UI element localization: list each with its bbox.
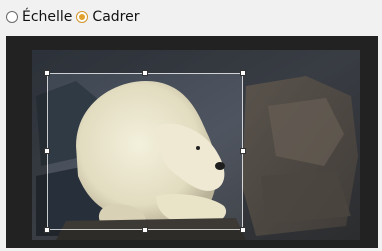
crop-handle-top-left[interactable] — [44, 70, 50, 76]
crop-handle-bottom-center[interactable] — [142, 227, 148, 233]
crop-handle-bottom-right[interactable] — [240, 227, 246, 233]
crop-radio[interactable] — [76, 11, 89, 23]
crop-label: Cadrer — [92, 9, 140, 25]
scale-radio[interactable] — [6, 11, 18, 23]
crop-handle-top-center[interactable] — [142, 70, 148, 76]
scale-option[interactable]: Échelle — [6, 9, 72, 25]
image-crop-stage — [6, 36, 378, 248]
scale-label: Échelle — [22, 9, 73, 25]
crop-mode-selector: Échelle Cadrer — [6, 6, 143, 28]
crop-rectangle[interactable] — [47, 73, 243, 230]
crop-handle-middle-right[interactable] — [240, 148, 246, 154]
crop-handle-bottom-left[interactable] — [44, 227, 50, 233]
crop-handle-middle-left[interactable] — [44, 148, 50, 154]
crop-option[interactable]: Cadrer — [76, 9, 139, 25]
crop-handle-top-right[interactable] — [240, 70, 246, 76]
